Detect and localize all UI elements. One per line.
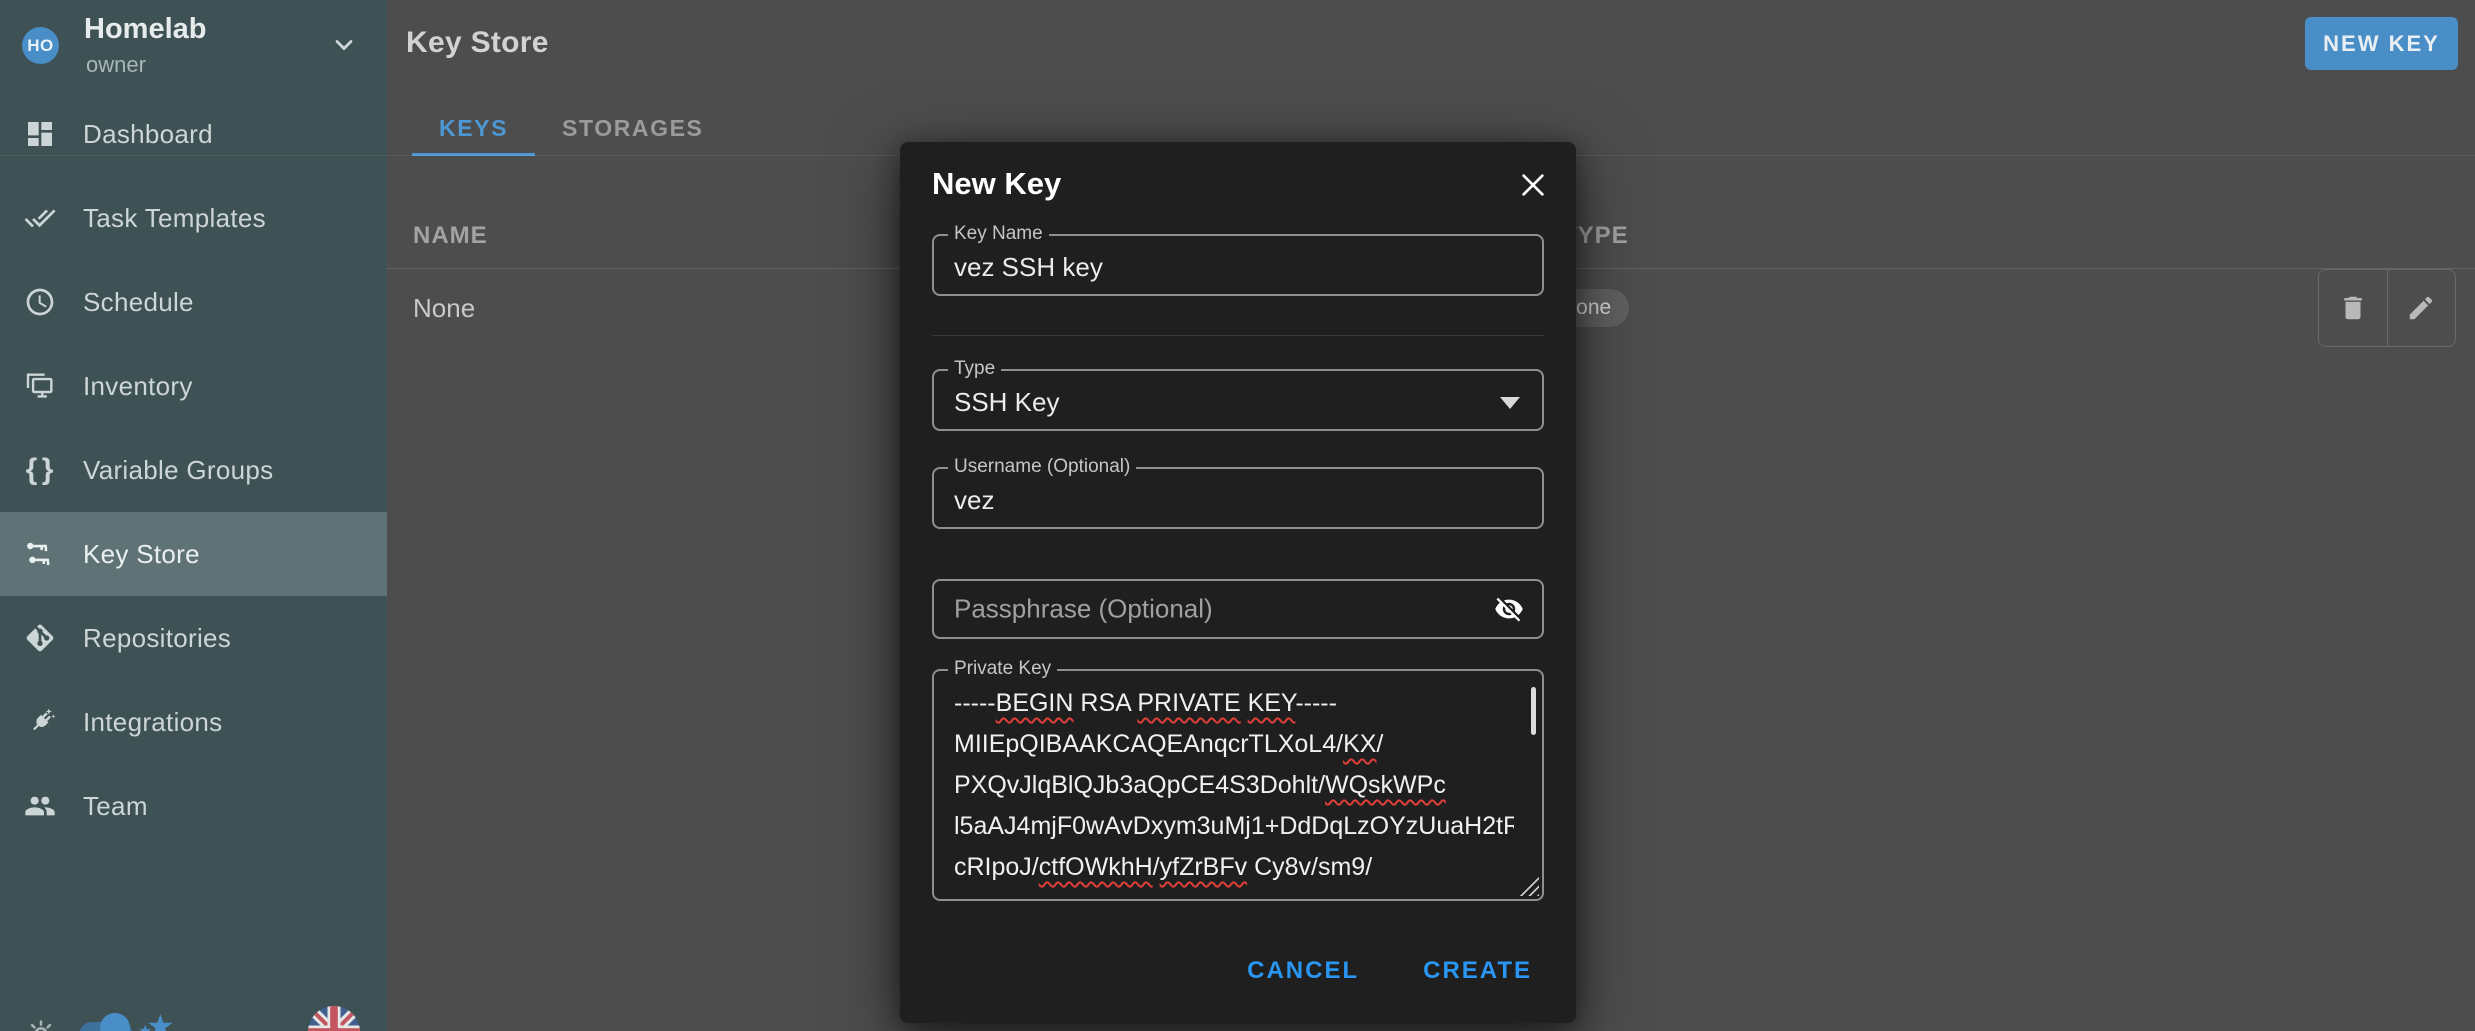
type-value: SSH Key xyxy=(954,387,1060,418)
app-window: HO Homelab owner Dashboard Task Template… xyxy=(0,0,2475,1031)
type-label: Type xyxy=(948,358,1001,380)
new-key-button[interactable]: NEW KEY xyxy=(2305,17,2458,70)
keys-icon xyxy=(24,538,56,570)
key-name-value: vez SSH key xyxy=(954,252,1103,283)
close-icon[interactable] xyxy=(1516,168,1550,202)
tab-bar: KEYS STORAGES xyxy=(412,102,731,154)
double-check-icon xyxy=(24,202,56,234)
sidebar-item-label: Team xyxy=(83,791,148,822)
sidebar-item-repositories[interactable]: Repositories xyxy=(0,596,387,680)
org-switcher[interactable]: HO Homelab owner xyxy=(0,0,387,92)
dashboard-icon xyxy=(24,118,56,150)
cancel-button[interactable]: CANCEL xyxy=(1247,957,1359,985)
avatar: HO xyxy=(22,27,59,64)
tab-keys[interactable]: KEYS xyxy=(412,102,535,154)
theme-switch-knob[interactable] xyxy=(100,1013,130,1031)
sidebar-item-label: Inventory xyxy=(83,371,193,402)
username-value: vez xyxy=(954,485,994,516)
git-icon xyxy=(24,622,56,654)
tab-storages[interactable]: STORAGES xyxy=(535,102,730,154)
key-name-label: Key Name xyxy=(948,223,1049,245)
sidebar-item-team[interactable]: Team xyxy=(0,764,387,848)
sidebar-item-integrations[interactable]: Integrations xyxy=(0,680,387,764)
column-header-name: NAME xyxy=(413,222,488,250)
resize-handle-icon[interactable] xyxy=(1518,875,1539,896)
key-name-field[interactable]: Key Name vez SSH key xyxy=(932,234,1544,296)
passphrase-placeholder: Passphrase (Optional) xyxy=(954,594,1213,625)
private-key-label: Private Key xyxy=(948,658,1057,680)
star-icon[interactable]: ★★ xyxy=(146,1010,175,1031)
monitors-icon xyxy=(24,370,56,402)
sidebar-item-dashboard[interactable]: Dashboard xyxy=(0,92,387,176)
org-role: owner xyxy=(86,52,146,78)
pencil-icon xyxy=(2406,293,2436,323)
username-label: Username (Optional) xyxy=(948,456,1136,478)
private-key-text: -----BEGIN RSA PRIVATE KEY-----MIIEpQIBA… xyxy=(954,683,1514,888)
plug-icon xyxy=(24,706,56,738)
org-name: Homelab xyxy=(84,13,206,46)
table-row-name: None xyxy=(413,293,475,324)
sidebar-item-schedule[interactable]: Schedule xyxy=(0,260,387,344)
delete-button[interactable] xyxy=(2319,270,2387,346)
type-select[interactable]: Type SSH Key xyxy=(932,369,1544,431)
dropdown-caret-icon[interactable] xyxy=(1500,397,1520,409)
braces-icon: { } xyxy=(24,454,56,486)
page-title: Key Store xyxy=(406,26,549,60)
sidebar-item-label: Dashboard xyxy=(83,119,213,150)
sidebar-item-inventory[interactable]: Inventory xyxy=(0,344,387,428)
sidebar-item-key-store[interactable]: Key Store xyxy=(0,512,387,596)
theme-sun-icon[interactable] xyxy=(26,1019,56,1031)
sidebar-item-label: Task Templates xyxy=(83,203,266,234)
sidebar-item-label: Repositories xyxy=(83,623,231,654)
avatar-initials: HO xyxy=(27,36,54,56)
form-divider xyxy=(932,335,1544,336)
private-key-textarea[interactable]: Private Key -----BEGIN RSA PRIVATE KEY--… xyxy=(932,669,1544,901)
sidebar-item-label: Integrations xyxy=(83,707,222,738)
dialog-title: New Key xyxy=(932,166,1061,202)
people-icon xyxy=(24,790,56,822)
dialog-actions: CANCEL CREATE xyxy=(1247,957,1532,985)
trash-icon xyxy=(2338,293,2368,323)
sidebar-item-label: Schedule xyxy=(83,287,194,318)
sidebar-nav: Dashboard Task Templates Schedule Invent… xyxy=(0,92,387,848)
language-flag-icon[interactable] xyxy=(308,1006,360,1031)
chevron-down-icon[interactable] xyxy=(330,31,358,59)
edit-button[interactable] xyxy=(2387,270,2456,346)
row-actions xyxy=(2318,269,2456,347)
username-field[interactable]: Username (Optional) vez xyxy=(932,467,1544,529)
passphrase-field[interactable]: Passphrase (Optional) xyxy=(932,579,1544,639)
textarea-scrollbar[interactable] xyxy=(1531,687,1536,735)
clock-icon xyxy=(24,286,56,318)
sidebar-item-label: Variable Groups xyxy=(83,455,273,486)
visibility-off-icon[interactable] xyxy=(1490,590,1528,628)
sidebar: HO Homelab owner Dashboard Task Template… xyxy=(0,0,387,1031)
sidebar-item-label: Key Store xyxy=(83,539,200,570)
new-key-dialog: New Key Key Name vez SSH key Type SSH Ke… xyxy=(900,142,1576,1023)
sidebar-item-task-templates[interactable]: Task Templates xyxy=(0,176,387,260)
sidebar-item-variable-groups[interactable]: { } Variable Groups xyxy=(0,428,387,512)
create-button[interactable]: CREATE xyxy=(1423,957,1532,985)
